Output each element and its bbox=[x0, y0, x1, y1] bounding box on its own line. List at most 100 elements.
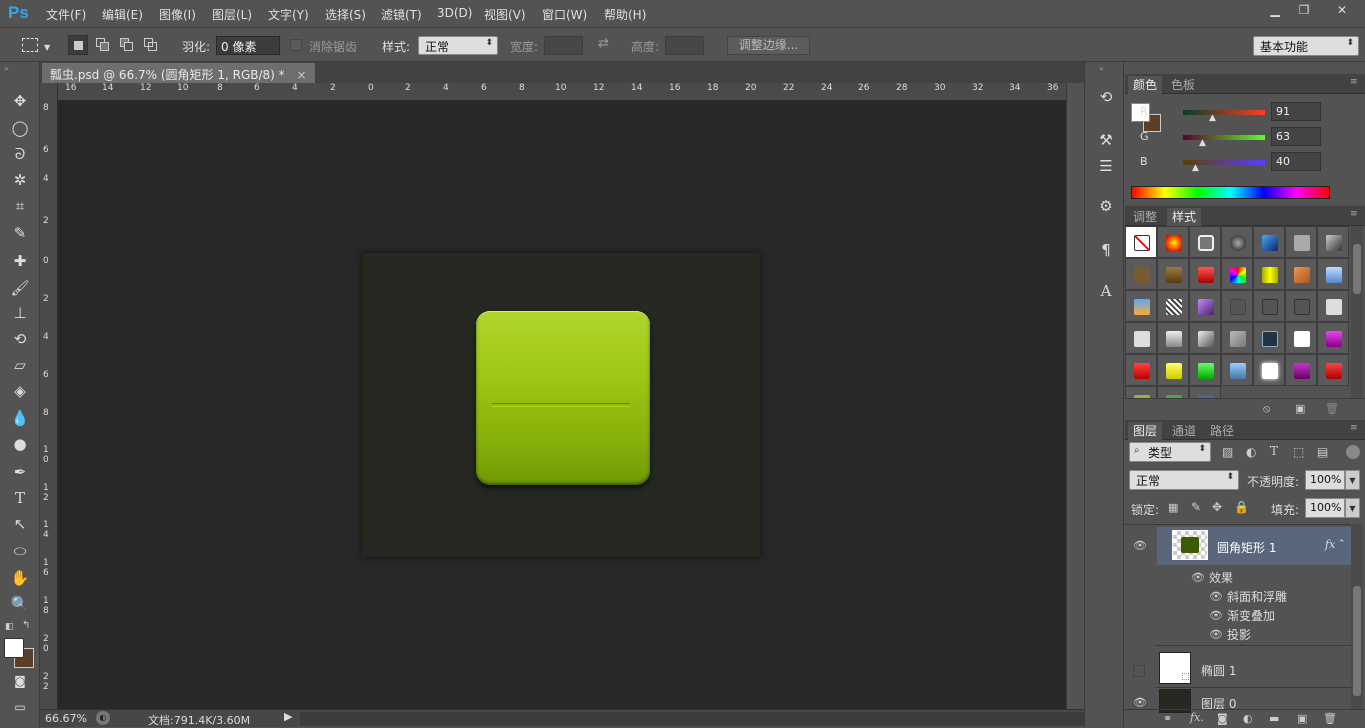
clone-source-icon[interactable]: ⚙ bbox=[1095, 195, 1117, 217]
style-swatch[interactable] bbox=[1253, 354, 1285, 386]
tab-styles[interactable]: 样式 bbox=[1167, 208, 1202, 226]
new-layer-icon[interactable]: ▣ bbox=[1297, 712, 1307, 725]
effect-eye-icon[interactable]: 👁 bbox=[1209, 590, 1223, 603]
height-input[interactable] bbox=[665, 36, 704, 55]
pen-tool-icon[interactable]: ✒ bbox=[8, 461, 32, 483]
style-swatch[interactable] bbox=[1189, 322, 1221, 354]
restore-button[interactable]: ❐ bbox=[1290, 2, 1318, 20]
style-swatch[interactable] bbox=[1125, 386, 1157, 398]
opacity-dropdown-icon[interactable]: ▼ bbox=[1345, 470, 1360, 490]
workspace-select[interactable]: 基本功能 bbox=[1253, 36, 1359, 56]
history-panel-icon[interactable]: ⟲ bbox=[1095, 86, 1117, 108]
tab-paths[interactable]: 路径 bbox=[1205, 422, 1239, 439]
horizontal-scrollbar[interactable] bbox=[300, 712, 1084, 725]
styles-scrollbar[interactable] bbox=[1351, 226, 1363, 398]
quick-mask-icon[interactable]: ◙ bbox=[8, 670, 32, 692]
menu-view[interactable]: 视图(V) bbox=[484, 6, 526, 23]
subtract-selection-icon[interactable] bbox=[117, 35, 137, 55]
style-swatch[interactable] bbox=[1125, 258, 1157, 290]
lock-position-icon[interactable]: ✥ bbox=[1212, 500, 1222, 514]
status-menu-arrow-icon[interactable]: ▶ bbox=[284, 710, 292, 723]
style-swatch[interactable] bbox=[1221, 354, 1253, 386]
style-swatch[interactable] bbox=[1189, 226, 1221, 258]
style-swatch[interactable] bbox=[1221, 322, 1253, 354]
style-swatch[interactable] bbox=[1253, 226, 1285, 258]
style-swatch[interactable] bbox=[1125, 354, 1157, 386]
marquee-tool-icon[interactable] bbox=[22, 38, 38, 52]
style-swatch[interactable] bbox=[1285, 290, 1317, 322]
red-slider[interactable] bbox=[1183, 110, 1265, 115]
layers-panel-menu-icon[interactable]: ≡ bbox=[1350, 423, 1358, 433]
style-swatch[interactable] bbox=[1253, 258, 1285, 290]
style-swatch[interactable] bbox=[1125, 290, 1157, 322]
foreground-color-swatch[interactable] bbox=[4, 638, 24, 658]
red-value-input[interactable]: 91 bbox=[1271, 102, 1321, 121]
crop-tool-icon[interactable]: ⌗ bbox=[8, 195, 32, 217]
style-swatch[interactable] bbox=[1285, 322, 1317, 354]
magic-wand-icon[interactable]: ✲ bbox=[8, 169, 32, 191]
delete-layer-icon[interactable]: 🗑 bbox=[1323, 712, 1337, 725]
new-style-icon[interactable]: ▣ bbox=[1295, 402, 1305, 415]
style-swatch[interactable] bbox=[1157, 386, 1189, 398]
width-input[interactable] bbox=[544, 36, 583, 55]
expand-effects-icon[interactable]: ⌃ bbox=[1338, 539, 1346, 549]
paint-bucket-icon[interactable]: ◈ bbox=[8, 380, 32, 402]
eyedropper-icon[interactable]: ✎ bbox=[8, 222, 32, 244]
style-swatch[interactable] bbox=[1285, 258, 1317, 290]
refine-edge-button[interactable]: 调整边缘... bbox=[727, 36, 810, 55]
style-swatch[interactable] bbox=[1157, 322, 1189, 354]
new-group-icon[interactable]: ▬ bbox=[1269, 712, 1279, 725]
close-tab-icon[interactable]: × bbox=[297, 68, 307, 82]
eraser-tool-icon[interactable]: ▱ bbox=[8, 354, 32, 376]
lasso-tool-icon[interactable]: ᘐ bbox=[8, 143, 32, 165]
feather-input[interactable]: 0 像素 bbox=[216, 36, 280, 55]
ellipse-shape-icon[interactable]: ⬭ bbox=[8, 540, 32, 562]
status-share-icon[interactable]: ◐ bbox=[96, 711, 110, 725]
tab-adjustments[interactable]: 调整 bbox=[1128, 208, 1162, 225]
filter-toggle[interactable] bbox=[1346, 445, 1360, 459]
effect-drop-shadow[interactable]: 投影 bbox=[1227, 626, 1251, 643]
menu-type[interactable]: 文字(Y) bbox=[268, 6, 309, 23]
style-select[interactable]: 正常 bbox=[418, 36, 498, 55]
color-spectrum-bar[interactable] bbox=[1131, 186, 1330, 199]
collapse-tools-icon[interactable]: » bbox=[4, 64, 9, 73]
blur-tool-icon[interactable]: 💧 bbox=[8, 407, 32, 429]
menu-filter[interactable]: 滤镜(T) bbox=[381, 6, 422, 23]
style-swatch[interactable] bbox=[1125, 322, 1157, 354]
menu-help[interactable]: 帮助(H) bbox=[604, 6, 646, 23]
filter-shape-icon[interactable]: ⬚ bbox=[1293, 445, 1304, 459]
layer-filter-select[interactable]: 类型 bbox=[1129, 442, 1211, 462]
swap-dimensions-icon[interactable]: ⇄ bbox=[598, 36, 609, 51]
filter-smart-object-icon[interactable]: ▤ bbox=[1317, 445, 1328, 459]
style-swatch-none[interactable] bbox=[1125, 226, 1157, 258]
elliptical-marquee-icon[interactable]: ◯ bbox=[8, 117, 32, 139]
style-swatch[interactable] bbox=[1189, 354, 1221, 386]
tab-color[interactable]: 颜色 bbox=[1128, 76, 1163, 94]
filter-type-icon[interactable]: T bbox=[1270, 444, 1278, 458]
layer-name[interactable]: 椭圆 1 bbox=[1201, 662, 1236, 679]
menu-select[interactable]: 选择(S) bbox=[325, 6, 366, 23]
layers-scroll-thumb[interactable] bbox=[1353, 586, 1361, 696]
style-swatch[interactable] bbox=[1317, 258, 1349, 290]
style-swatch[interactable] bbox=[1189, 290, 1221, 322]
lock-pixels-icon[interactable]: ✎ bbox=[1191, 500, 1201, 514]
blend-mode-select[interactable]: 正常 bbox=[1129, 470, 1239, 490]
style-swatch[interactable] bbox=[1253, 322, 1285, 354]
minimize-button[interactable]: ▁ bbox=[1261, 2, 1289, 20]
style-swatch[interactable] bbox=[1285, 354, 1317, 386]
lock-all-icon[interactable]: 🔒 bbox=[1234, 500, 1249, 514]
dodge-tool-icon[interactable]: ● bbox=[8, 433, 32, 455]
add-mask-icon[interactable]: ◙ bbox=[1217, 712, 1228, 725]
effect-gradient-overlay[interactable]: 渐变叠加 bbox=[1227, 607, 1275, 624]
character-panel-icon[interactable]: A bbox=[1095, 280, 1117, 302]
visibility-toggle-empty[interactable] bbox=[1133, 665, 1145, 677]
fill-dropdown-icon[interactable]: ▼ bbox=[1345, 498, 1360, 518]
brush-panel-icon[interactable]: ⚒ bbox=[1095, 129, 1117, 151]
canvas-vertical-scrollbar[interactable] bbox=[1066, 83, 1084, 709]
clone-stamp-icon[interactable]: ⊥ bbox=[8, 302, 32, 324]
effect-eye-icon[interactable]: 👁 bbox=[1209, 609, 1223, 622]
blue-value-input[interactable]: 40 bbox=[1271, 152, 1321, 171]
clear-style-icon[interactable]: ⦸ bbox=[1263, 402, 1270, 416]
style-swatch[interactable] bbox=[1157, 354, 1189, 386]
styles-scroll-thumb[interactable] bbox=[1353, 244, 1361, 294]
